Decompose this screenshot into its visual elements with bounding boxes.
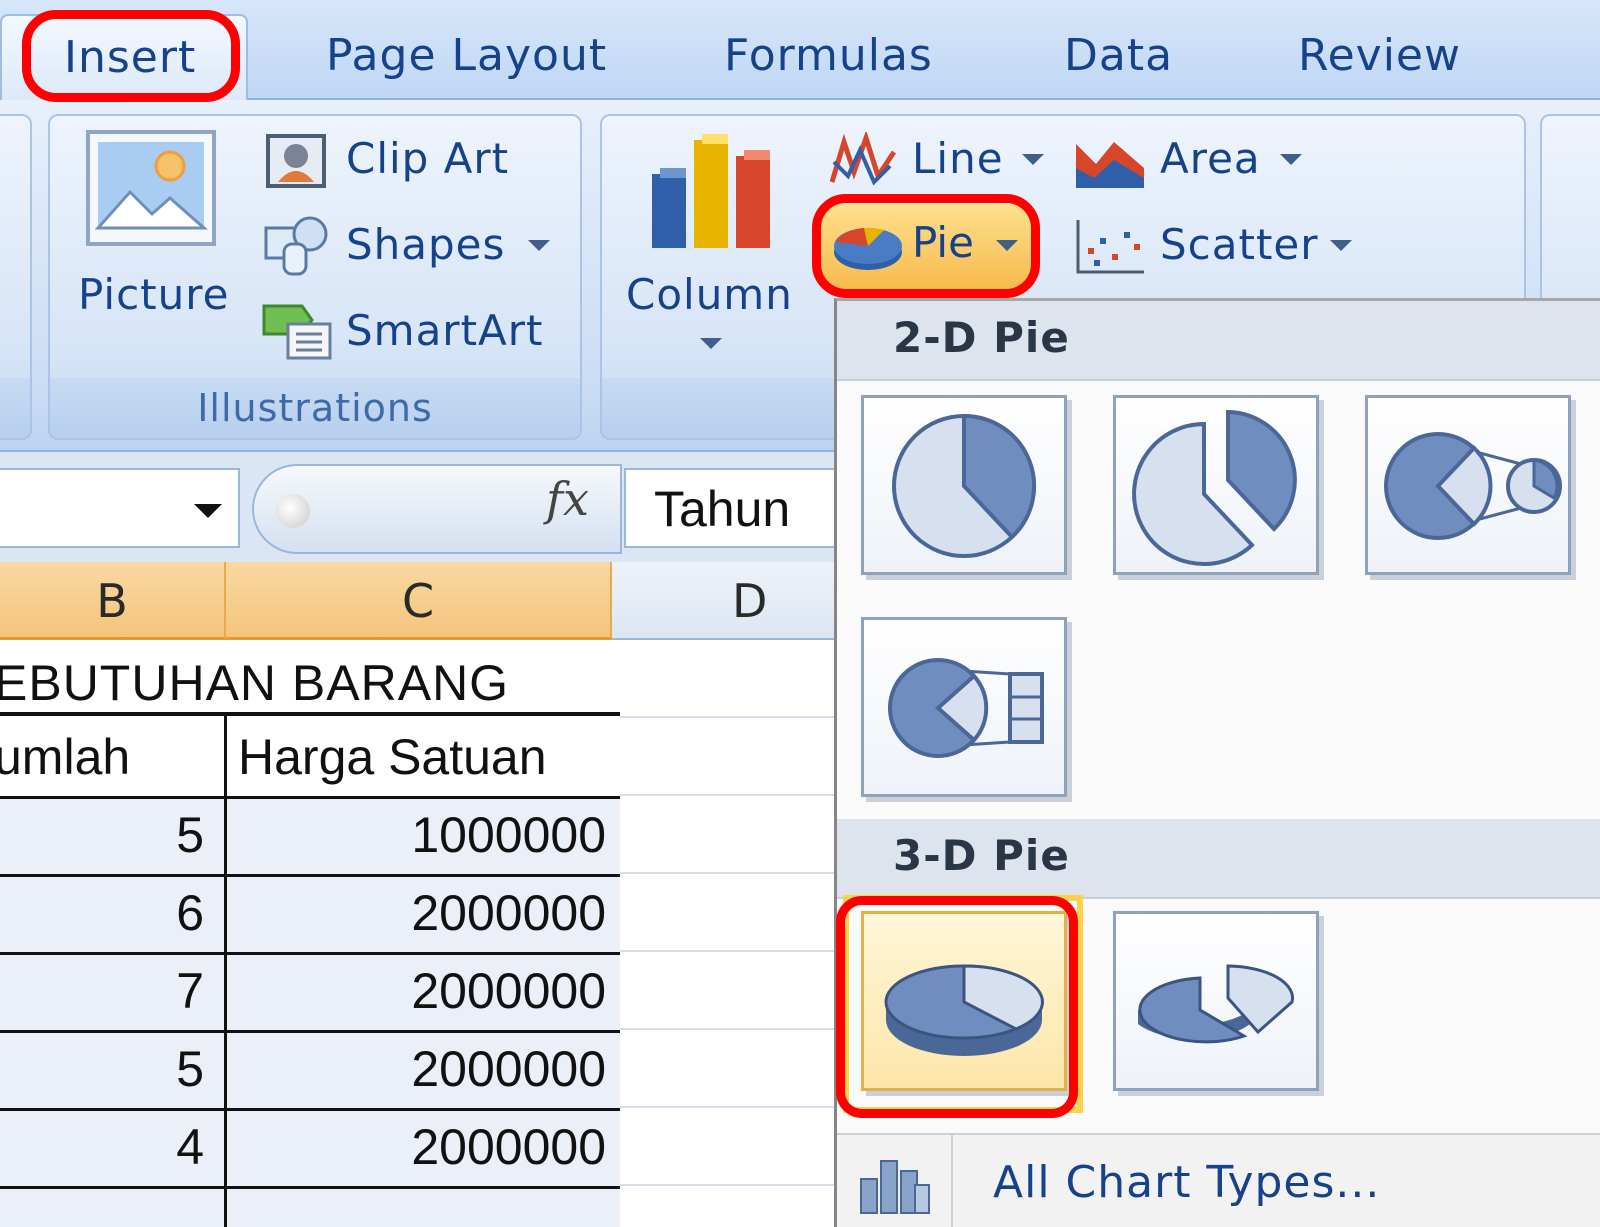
clip-art-icon xyxy=(266,134,326,188)
section-2d-pie-label: 2-D Pie xyxy=(893,313,1070,362)
cell-jumlah[interactable]: 4 xyxy=(176,1118,204,1176)
cell-jumlah[interactable]: 6 xyxy=(176,884,204,942)
smartart-icon xyxy=(262,298,334,360)
table-divider xyxy=(0,1108,620,1111)
smartart-button[interactable]: SmartArt xyxy=(346,306,544,355)
excel-window: Insert Page Layout Formulas Data Review … xyxy=(0,0,1600,1227)
cell-harga[interactable]: 2000000 xyxy=(411,884,606,942)
picture-label: Picture xyxy=(78,270,230,319)
insert-function-button[interactable]: fx xyxy=(546,472,589,526)
gallery-footer: All Chart Types... xyxy=(837,1133,1600,1227)
scatter-button[interactable]: Scatter xyxy=(1160,220,1319,269)
exploded-pie-2d-icon xyxy=(1132,409,1297,566)
table-divider xyxy=(0,796,620,799)
area-button[interactable]: Area xyxy=(1160,134,1261,183)
cell-harga[interactable]: 2000000 xyxy=(411,1040,606,1098)
line-chart-icon xyxy=(829,130,897,190)
tab-review[interactable]: Review xyxy=(1298,30,1461,81)
shapes-button[interactable]: Shapes xyxy=(346,220,505,269)
footer-separator xyxy=(951,1135,953,1227)
exploded-pie-3d-icon xyxy=(1138,964,1294,1044)
scatter-chart-icon xyxy=(1074,218,1146,276)
exploded-pie-3d-option[interactable] xyxy=(1113,911,1319,1091)
area-dropdown-arrow[interactable] xyxy=(1280,154,1302,165)
clip-art-button[interactable]: Clip Art xyxy=(346,134,509,183)
header-jumlah[interactable]: umlah xyxy=(0,728,130,786)
bar-of-pie-icon xyxy=(888,658,1044,758)
column-header-b[interactable]: B xyxy=(0,562,226,640)
picture-button[interactable] xyxy=(86,130,216,246)
cell-jumlah[interactable]: 5 xyxy=(176,1040,204,1098)
line-dropdown-arrow[interactable] xyxy=(1022,154,1044,165)
section-3d-pie-label: 3-D Pie xyxy=(893,831,1070,880)
clipped-group xyxy=(0,114,32,440)
all-chart-types-icon xyxy=(859,1153,931,1215)
highlight-insert-tab xyxy=(22,10,240,102)
shapes-dropdown-arrow[interactable] xyxy=(528,240,550,251)
cell-harga[interactable]: 2000000 xyxy=(411,962,606,1020)
table-divider xyxy=(0,874,620,877)
illustrations-group-label: Illustrations xyxy=(197,386,433,430)
column-button[interactable]: Column xyxy=(626,270,793,319)
cell-jumlah[interactable]: 5 xyxy=(176,806,204,864)
line-button[interactable]: Line xyxy=(912,134,1004,183)
expand-knob-icon xyxy=(276,494,310,528)
table-divider xyxy=(0,1030,620,1033)
column-chart-icon xyxy=(648,132,776,250)
section-header-2d-pie: 2-D Pie xyxy=(837,301,1600,381)
group-label-band xyxy=(0,378,30,438)
column-dropdown-arrow[interactable] xyxy=(700,338,722,349)
cell-jumlah[interactable]: 7 xyxy=(176,962,204,1020)
formula-content: Tahun xyxy=(654,481,791,537)
pie-2d-icon xyxy=(892,413,1037,558)
name-box[interactable] xyxy=(0,468,240,548)
bar-of-pie-option[interactable] xyxy=(861,617,1067,797)
scatter-dropdown-arrow[interactable] xyxy=(1330,240,1352,251)
table-divider xyxy=(0,1186,620,1189)
data-table: umlah Harga Satuan 5 1000000 6 2000000 7… xyxy=(0,712,620,1227)
ribbon-tab-bar: Insert Page Layout Formulas Data Review xyxy=(0,0,1600,106)
sheet-title-cell[interactable]: EBUTUHAN BARANG xyxy=(0,654,509,712)
table-divider xyxy=(224,716,227,1227)
all-chart-types-link[interactable]: All Chart Types... xyxy=(993,1157,1380,1208)
name-box-dropdown-icon[interactable] xyxy=(194,504,222,518)
tab-page-layout[interactable]: Page Layout xyxy=(326,30,607,81)
area-chart-icon xyxy=(1074,134,1146,190)
exploded-pie-2d-option[interactable] xyxy=(1113,395,1319,575)
shapes-icon xyxy=(262,214,332,276)
pie-2d-option[interactable] xyxy=(861,395,1067,575)
header-harga-satuan[interactable]: Harga Satuan xyxy=(238,728,547,786)
highlight-pie-3d-option xyxy=(836,896,1078,1118)
section-header-3d-pie: 3-D Pie xyxy=(837,819,1600,899)
pie-of-pie-icon xyxy=(1384,432,1562,540)
cell-harga[interactable]: 1000000 xyxy=(411,806,606,864)
pie-of-pie-option[interactable] xyxy=(1365,395,1571,575)
picture-icon xyxy=(86,130,216,246)
tab-data[interactable]: Data xyxy=(1064,30,1173,81)
table-divider xyxy=(0,952,620,955)
column-header-c[interactable]: C xyxy=(226,562,612,640)
highlight-pie-button xyxy=(812,194,1040,298)
tab-formulas[interactable]: Formulas xyxy=(724,30,933,81)
cell-harga[interactable]: 2000000 xyxy=(411,1118,606,1176)
